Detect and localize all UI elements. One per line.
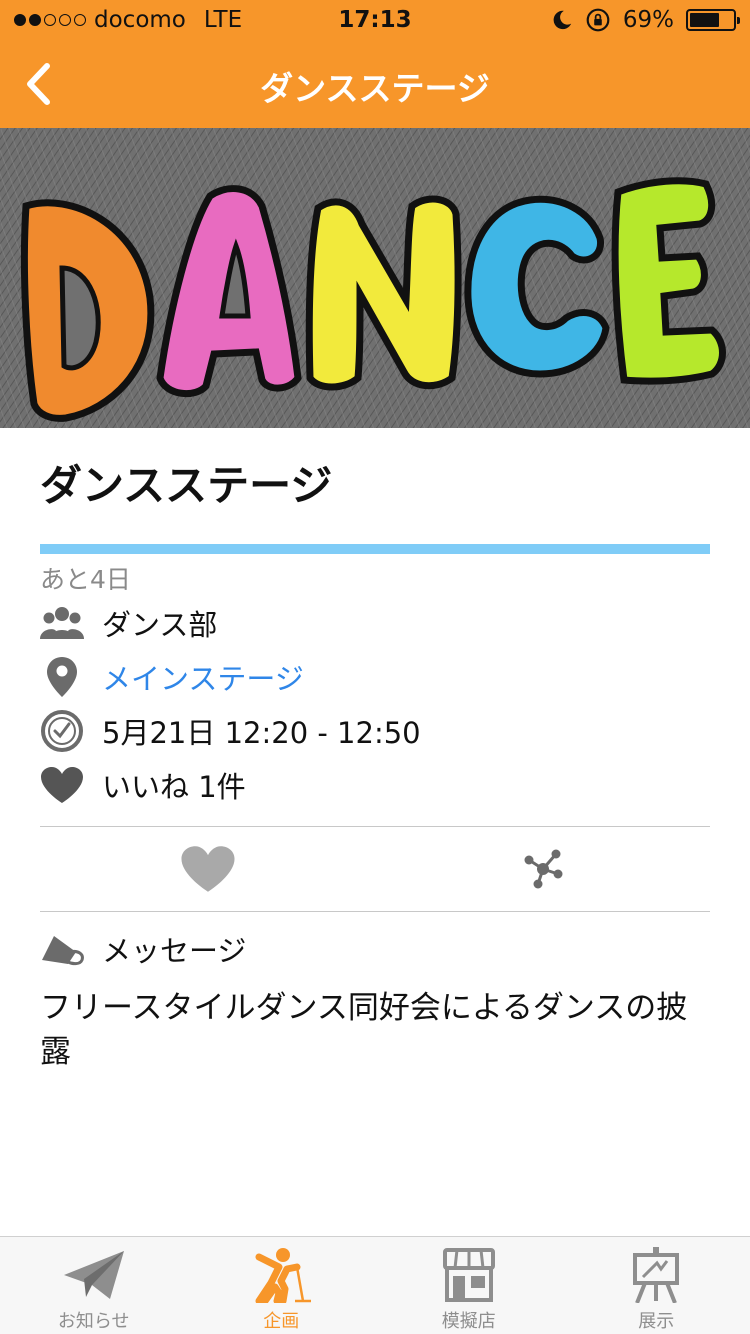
tab-exhibits[interactable]: 展示: [563, 1237, 750, 1334]
battery-icon: [686, 9, 740, 31]
letter-e: [611, 177, 726, 385]
heart-icon: [180, 846, 235, 892]
progress-bar: [40, 544, 710, 554]
nav-bar: ダンスステージ: [0, 40, 750, 128]
organizer-row: ダンス部: [40, 596, 710, 650]
event-detail: ダンスステージ あと4日 ダンス部 メインステージ 5月21日 12:20 - …: [40, 428, 710, 1074]
event-datetime: 5月21日 12:20 - 12:50: [102, 716, 421, 750]
event-title: ダンスステージ: [40, 461, 333, 510]
likes-row: いいね 1件: [40, 758, 710, 812]
remaining-days: あと4日: [40, 565, 131, 594]
location-row[interactable]: メインステージ: [40, 650, 710, 704]
battery-percent: 69%: [622, 7, 674, 33]
tab-label: 企画: [263, 1311, 300, 1332]
tab-label: 模擬店: [441, 1311, 496, 1332]
like-count: いいね 1件: [102, 770, 246, 804]
share-icon: [524, 849, 562, 889]
tab-bar: お知らせ 企画 模擬店 展示: [0, 1236, 750, 1334]
status-bar: docomo LTE 17:13 69%: [0, 0, 750, 40]
organizer-name: ダンス部: [102, 608, 218, 642]
heart-icon: [40, 763, 84, 807]
rotation-lock-icon: [586, 8, 610, 32]
message-body: フリースタイルダンス同好会によるダンスの披露: [40, 990, 688, 1070]
message-heading-row: メッセージ: [40, 912, 710, 986]
tab-label: 展示: [638, 1311, 675, 1332]
easel-icon: [623, 1247, 689, 1303]
datetime-row: 5月21日 12:20 - 12:50: [40, 704, 710, 758]
clock-icon: [40, 709, 84, 753]
shop-icon: [436, 1247, 502, 1303]
message-heading: メッセージ: [102, 934, 247, 968]
like-button[interactable]: [40, 827, 375, 911]
location-link[interactable]: メインステージ: [102, 656, 304, 698]
map-pin-icon: [40, 655, 84, 699]
nav-title: ダンスステージ: [260, 69, 490, 108]
tab-events[interactable]: 企画: [188, 1237, 376, 1334]
moon-icon: [553, 10, 572, 30]
paper-plane-icon: [61, 1247, 127, 1303]
action-bar: [40, 827, 710, 911]
singer-icon: [248, 1247, 314, 1303]
hero-image: [0, 128, 750, 428]
status-right: 69%: [551, 7, 740, 33]
tab-news[interactable]: お知らせ: [0, 1237, 188, 1334]
tab-label: お知らせ: [57, 1311, 130, 1332]
group-icon: [40, 601, 84, 645]
tab-shops[interactable]: 模擬店: [375, 1237, 563, 1334]
share-button[interactable]: [375, 827, 710, 911]
megaphone-icon: [40, 927, 84, 971]
top-bar: docomo LTE 17:13 69% ダンスステージ: [0, 0, 750, 128]
